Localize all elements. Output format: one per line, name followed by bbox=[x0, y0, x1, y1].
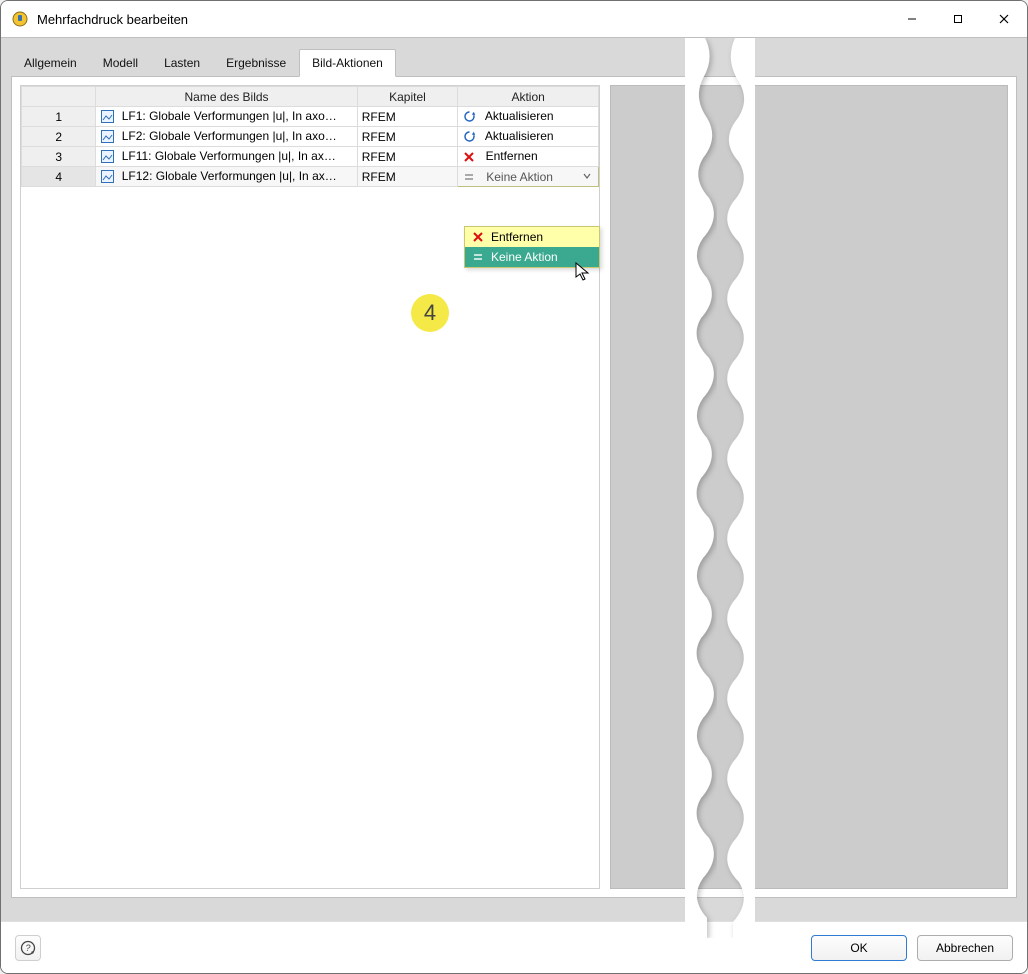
row-name: LF1: Globale Verformungen |u|, In axo… bbox=[122, 109, 337, 123]
annotation-badge: 4 bbox=[411, 294, 449, 332]
dropdown-option-entfernen[interactable]: Entfernen bbox=[465, 227, 599, 247]
row-chapter: RFEM bbox=[357, 147, 458, 167]
row-number: 4 bbox=[22, 167, 96, 187]
row-name: LF12: Globale Verformungen |u|, In ax… bbox=[122, 169, 337, 183]
client-area: Allgemein Modell Lasten Ergebnisse Bild-… bbox=[1, 37, 1027, 921]
row-action-cell[interactable]: Aktualisieren bbox=[458, 107, 599, 127]
grid-header-row: Name des Bilds Kapitel Aktion bbox=[22, 87, 599, 107]
refresh-icon bbox=[462, 130, 476, 144]
row-number: 2 bbox=[22, 127, 96, 147]
remove-icon bbox=[462, 150, 476, 164]
table-row[interactable]: 2 LF2: Globale Verformungen |u|, In axo…… bbox=[22, 127, 599, 147]
tabstrip: Allgemein Modell Lasten Ergebnisse Bild-… bbox=[11, 49, 1017, 77]
table-row[interactable]: 1 LF1: Globale Verformungen |u|, In axo…… bbox=[22, 107, 599, 127]
row-number: 3 bbox=[22, 147, 96, 167]
tab-modell[interactable]: Modell bbox=[90, 49, 151, 77]
row-action: Aktualisieren bbox=[485, 109, 554, 123]
annotation-badge-text: 4 bbox=[424, 300, 436, 326]
svg-text:?: ? bbox=[25, 943, 30, 953]
row-chapter: RFEM bbox=[357, 167, 458, 187]
table-row[interactable]: 3 LF11: Globale Verformungen |u|, In ax…… bbox=[22, 147, 599, 167]
image-icon bbox=[100, 110, 114, 124]
row-name-cell: LF11: Globale Verformungen |u|, In ax… bbox=[96, 147, 357, 167]
row-number: 1 bbox=[22, 107, 96, 127]
dropdown-value: Keine Aktion bbox=[486, 170, 580, 184]
grid-header-chapter[interactable]: Kapitel bbox=[357, 87, 458, 107]
dialog-window: Mehrfachdruck bearbeiten Allgemein Model… bbox=[0, 0, 1028, 974]
row-chapter: RFEM bbox=[357, 127, 458, 147]
row-name: LF11: Globale Verformungen |u|, In ax… bbox=[122, 149, 336, 163]
action-dropdown[interactable]: Keine Aktion bbox=[458, 167, 599, 187]
dropdown-option-label: Entfernen bbox=[491, 230, 543, 244]
maximize-button[interactable] bbox=[935, 3, 981, 35]
minimize-button[interactable] bbox=[889, 3, 935, 35]
refresh-icon bbox=[462, 110, 476, 124]
row-action: Aktualisieren bbox=[485, 129, 554, 143]
row-action: Entfernen bbox=[486, 149, 538, 163]
row-name: LF2: Globale Verformungen |u|, In axo… bbox=[122, 129, 337, 143]
dropdown-option-label: Keine Aktion bbox=[491, 250, 558, 264]
image-icon bbox=[100, 170, 114, 184]
close-button[interactable] bbox=[981, 3, 1027, 35]
ok-button[interactable]: OK bbox=[811, 935, 907, 961]
row-name-cell: LF12: Globale Verformungen |u|, In ax… bbox=[96, 167, 357, 187]
tab-panel-bild-aktionen: Name des Bilds Kapitel Aktion 1 bbox=[11, 76, 1017, 898]
tab-bild-aktionen[interactable]: Bild-Aktionen bbox=[299, 49, 396, 77]
row-action-cell[interactable]: Entfernen bbox=[458, 147, 599, 167]
table-row[interactable]: 4 LF12: Globale Verformungen |u|, In ax…… bbox=[22, 167, 599, 187]
row-name-cell: LF1: Globale Verformungen |u|, In axo… bbox=[96, 107, 357, 127]
help-button[interactable]: ? bbox=[15, 935, 41, 961]
app-icon bbox=[11, 10, 29, 28]
row-name-cell: LF2: Globale Verformungen |u|, In axo… bbox=[96, 127, 357, 147]
tab-lasten[interactable]: Lasten bbox=[151, 49, 213, 77]
tab-allgemein[interactable]: Allgemein bbox=[11, 49, 90, 77]
no-action-icon bbox=[471, 250, 485, 264]
action-dropdown-list[interactable]: Entfernen Keine Aktion bbox=[464, 226, 600, 268]
image-actions-grid[interactable]: Name des Bilds Kapitel Aktion 1 bbox=[20, 85, 600, 889]
row-action-cell[interactable]: Aktualisieren bbox=[458, 127, 599, 147]
titlebar: Mehrfachdruck bearbeiten bbox=[1, 1, 1027, 37]
image-icon bbox=[100, 130, 114, 144]
image-icon bbox=[100, 150, 114, 164]
window-title: Mehrfachdruck bearbeiten bbox=[37, 12, 188, 27]
tab-ergebnisse[interactable]: Ergebnisse bbox=[213, 49, 299, 77]
grid-header-action[interactable]: Aktion bbox=[458, 87, 599, 107]
grid-header-name[interactable]: Name des Bilds bbox=[96, 87, 357, 107]
chevron-down-icon bbox=[580, 170, 594, 184]
dropdown-option-keine-aktion[interactable]: Keine Aktion bbox=[465, 247, 599, 267]
grid-header-num[interactable] bbox=[22, 87, 96, 107]
row-chapter: RFEM bbox=[357, 107, 458, 127]
preview-pane bbox=[610, 85, 1008, 889]
remove-icon bbox=[471, 230, 485, 244]
no-action-icon bbox=[462, 170, 476, 184]
dialog-footer: ? OK Abbrechen bbox=[1, 921, 1027, 973]
cancel-button[interactable]: Abbrechen bbox=[917, 935, 1013, 961]
